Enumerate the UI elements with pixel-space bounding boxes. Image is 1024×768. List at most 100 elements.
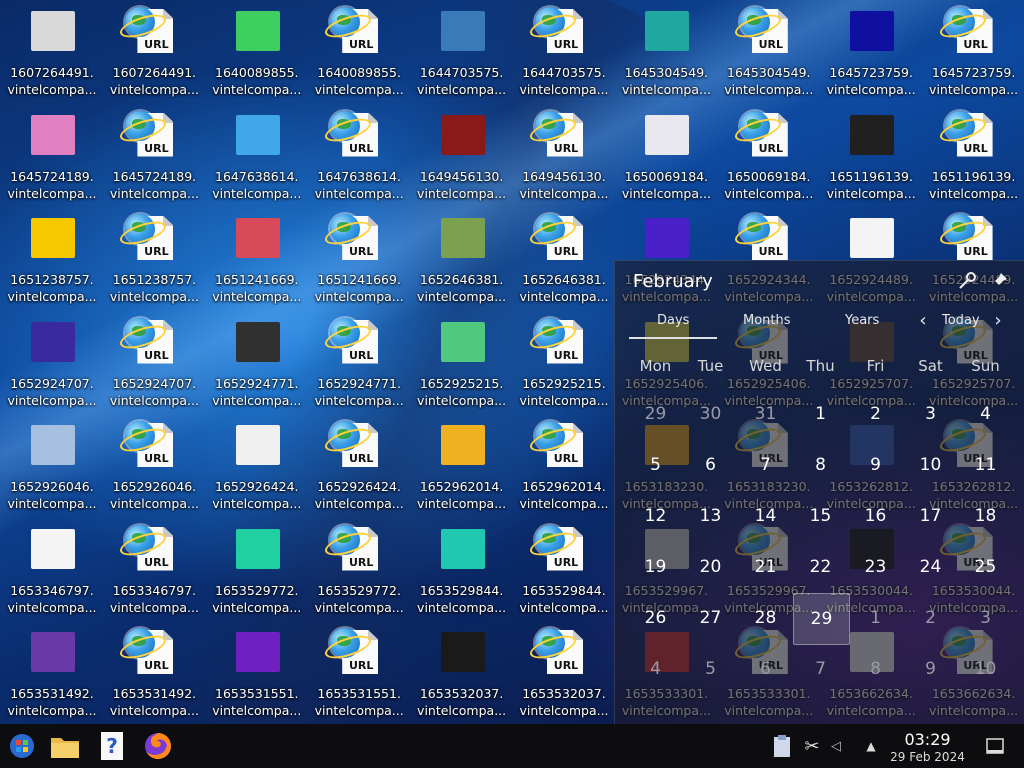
desktop-image-file[interactable]: 1607264491. vintelcompa... <box>2 2 102 102</box>
calendar-day[interactable]: 11 <box>958 440 1013 490</box>
desktop-image-file[interactable]: 1652926424. vintelcompa... <box>207 416 307 516</box>
desktop-image-file[interactable]: 1651196139. vintelcompa... <box>821 106 921 206</box>
pin-icon[interactable] <box>987 271 1011 295</box>
calendar-day[interactable]: 4 <box>628 644 683 694</box>
desktop-image-file[interactable]: 1644703575. vintelcompa... <box>412 2 512 102</box>
desktop-url-shortcut[interactable]: URL 1647638614. vintelcompa... <box>309 106 409 206</box>
calendar-day[interactable]: 8 <box>848 644 903 694</box>
volume-icon[interactable]: ◁ <box>826 730 846 762</box>
calendar-day[interactable]: 2 <box>903 593 958 643</box>
calendar-day[interactable]: 19 <box>628 542 683 592</box>
desktop-image-file[interactable]: 1651241669. vintelcompa... <box>207 209 307 309</box>
calendar-day[interactable]: 29 <box>628 389 683 439</box>
firefox-icon[interactable] <box>142 730 174 762</box>
desktop-url-shortcut[interactable]: URL 1650069184. vintelcompa... <box>719 106 819 206</box>
calendar-day-today[interactable]: 29 <box>793 593 850 645</box>
tab-years[interactable]: Years <box>845 313 879 328</box>
calendar-day[interactable]: 30 <box>683 389 738 439</box>
desktop-url-shortcut[interactable]: URL 1653531492. vintelcompa... <box>104 623 204 723</box>
desktop-image-file[interactable]: 1653532037. vintelcompa... <box>412 623 512 723</box>
desktop-url-shortcut[interactable]: URL 1607264491. vintelcompa... <box>104 2 204 102</box>
desktop-image-file[interactable]: 1652962014. vintelcompa... <box>412 416 512 516</box>
desktop-url-shortcut[interactable]: URL 1651241669. vintelcompa... <box>309 209 409 309</box>
desktop-image-file[interactable]: 1652924707. vintelcompa... <box>2 313 102 413</box>
desktop-url-shortcut[interactable]: URL 1645724189. vintelcompa... <box>104 106 204 206</box>
desktop-url-shortcut[interactable]: URL 1645723759. vintelcompa... <box>924 2 1024 102</box>
calendar-day[interactable]: 7 <box>793 644 848 694</box>
calendar-day[interactable]: 13 <box>683 491 738 541</box>
calendar-day[interactable]: 3 <box>903 389 958 439</box>
desktop-image-file[interactable]: 1645724189. vintelcompa... <box>2 106 102 206</box>
desktop-url-shortcut[interactable]: URL 1645304549. vintelcompa... <box>719 2 819 102</box>
calendar-day[interactable]: 5 <box>683 644 738 694</box>
desktop-url-shortcut[interactable]: URL 1651196139. vintelcompa... <box>924 106 1024 206</box>
help-icon[interactable]: ? <box>96 730 128 762</box>
desktop-url-shortcut[interactable]: URL 1653346797. vintelcompa... <box>104 520 204 620</box>
desktop-url-shortcut[interactable]: URL 1644703575. vintelcompa... <box>514 2 614 102</box>
calendar-day[interactable]: 27 <box>683 593 738 643</box>
desktop-url-shortcut[interactable]: URL 1653529844. vintelcompa... <box>514 520 614 620</box>
desktop-image-file[interactable]: 1651238757. vintelcompa... <box>2 209 102 309</box>
desktop-url-shortcut[interactable]: URL 1652924771. vintelcompa... <box>309 313 409 413</box>
show-desktop-icon[interactable] <box>984 730 1006 762</box>
desktop-image-file[interactable]: 1652925215. vintelcompa... <box>412 313 512 413</box>
file-manager-icon[interactable] <box>48 730 82 762</box>
calendar-day[interactable]: 22 <box>793 542 848 592</box>
calendar-day[interactable]: 6 <box>683 440 738 490</box>
start-menu-icon[interactable] <box>6 730 38 762</box>
chevron-right-icon[interactable]: › <box>986 309 1010 333</box>
desktop-image-file[interactable]: 1653346797. vintelcompa... <box>2 520 102 620</box>
desktop-url-shortcut[interactable]: URL 1640089855. vintelcompa... <box>309 2 409 102</box>
calendar-day[interactable]: 10 <box>958 644 1013 694</box>
calendar-day[interactable]: 31 <box>738 389 793 439</box>
desktop-url-shortcut[interactable]: URL 1653531551. vintelcompa... <box>309 623 409 723</box>
desktop-image-file[interactable]: 1653531492. vintelcompa... <box>2 623 102 723</box>
desktop-url-shortcut[interactable]: URL 1652646381. vintelcompa... <box>514 209 614 309</box>
desktop-image-file[interactable]: 1652924771. vintelcompa... <box>207 313 307 413</box>
desktop-image-file[interactable]: 1652646381. vintelcompa... <box>412 209 512 309</box>
desktop-url-shortcut[interactable]: URL 1652926424. vintelcompa... <box>309 416 409 516</box>
calendar-day[interactable]: 18 <box>958 491 1013 541</box>
calendar-day[interactable]: 20 <box>683 542 738 592</box>
desktop-image-file[interactable]: 1640089855. vintelcompa... <box>207 2 307 102</box>
calendar-day[interactable]: 7 <box>738 440 793 490</box>
calendar-day[interactable]: 24 <box>903 542 958 592</box>
configure-icon[interactable] <box>955 271 979 295</box>
calendar-day[interactable]: 1 <box>848 593 903 643</box>
desktop-image-file[interactable]: 1645723759. vintelcompa... <box>821 2 921 102</box>
chevron-left-icon[interactable]: ‹ <box>911 309 935 333</box>
desktop-image-file[interactable]: 1652926046. vintelcompa... <box>2 416 102 516</box>
calendar-day[interactable]: 6 <box>738 644 793 694</box>
desktop-image-file[interactable]: 1653529772. vintelcompa... <box>207 520 307 620</box>
desktop-url-shortcut[interactable]: URL 1653529772. vintelcompa... <box>309 520 409 620</box>
tab-months[interactable]: Months <box>743 313 791 328</box>
calendar-day[interactable]: 9 <box>848 440 903 490</box>
calendar-day[interactable]: 26 <box>628 593 683 643</box>
calendar-day[interactable]: 17 <box>903 491 958 541</box>
calendar-day[interactable]: 15 <box>793 491 848 541</box>
calendar-day[interactable]: 3 <box>958 593 1013 643</box>
desktop-url-shortcut[interactable]: URL 1649456130. vintelcompa... <box>514 106 614 206</box>
desktop-url-shortcut[interactable]: URL 1651238757. vintelcompa... <box>104 209 204 309</box>
desktop-image-file[interactable]: 1647638614. vintelcompa... <box>207 106 307 206</box>
calendar-day[interactable]: 10 <box>903 440 958 490</box>
tab-days[interactable]: Days <box>657 313 689 328</box>
desktop-image-file[interactable]: 1650069184. vintelcompa... <box>616 106 716 206</box>
desktop-url-shortcut[interactable]: URL 1652926046. vintelcompa... <box>104 416 204 516</box>
calendar-day[interactable]: 28 <box>738 593 793 643</box>
tray-expand-icon[interactable]: ▲ <box>860 730 882 762</box>
clock[interactable]: 03:29 29 Feb 2024 <box>880 730 975 764</box>
desktop-image-file[interactable]: 1653531551. vintelcompa... <box>207 623 307 723</box>
calendar-day[interactable]: 4 <box>958 389 1013 439</box>
calendar-day[interactable]: 2 <box>848 389 903 439</box>
scissors-icon[interactable]: ✂ <box>800 730 824 762</box>
calendar-day[interactable]: 12 <box>628 491 683 541</box>
calendar-day[interactable]: 5 <box>628 440 683 490</box>
desktop-url-shortcut[interactable]: URL 1652962014. vintelcompa... <box>514 416 614 516</box>
calendar-day[interactable]: 23 <box>848 542 903 592</box>
calendar-day[interactable]: 21 <box>738 542 793 592</box>
calendar-day[interactable]: 25 <box>958 542 1013 592</box>
calendar-day[interactable]: 16 <box>848 491 903 541</box>
desktop-url-shortcut[interactable]: URL 1652925215. vintelcompa... <box>514 313 614 413</box>
today-button[interactable]: Today <box>942 313 980 328</box>
